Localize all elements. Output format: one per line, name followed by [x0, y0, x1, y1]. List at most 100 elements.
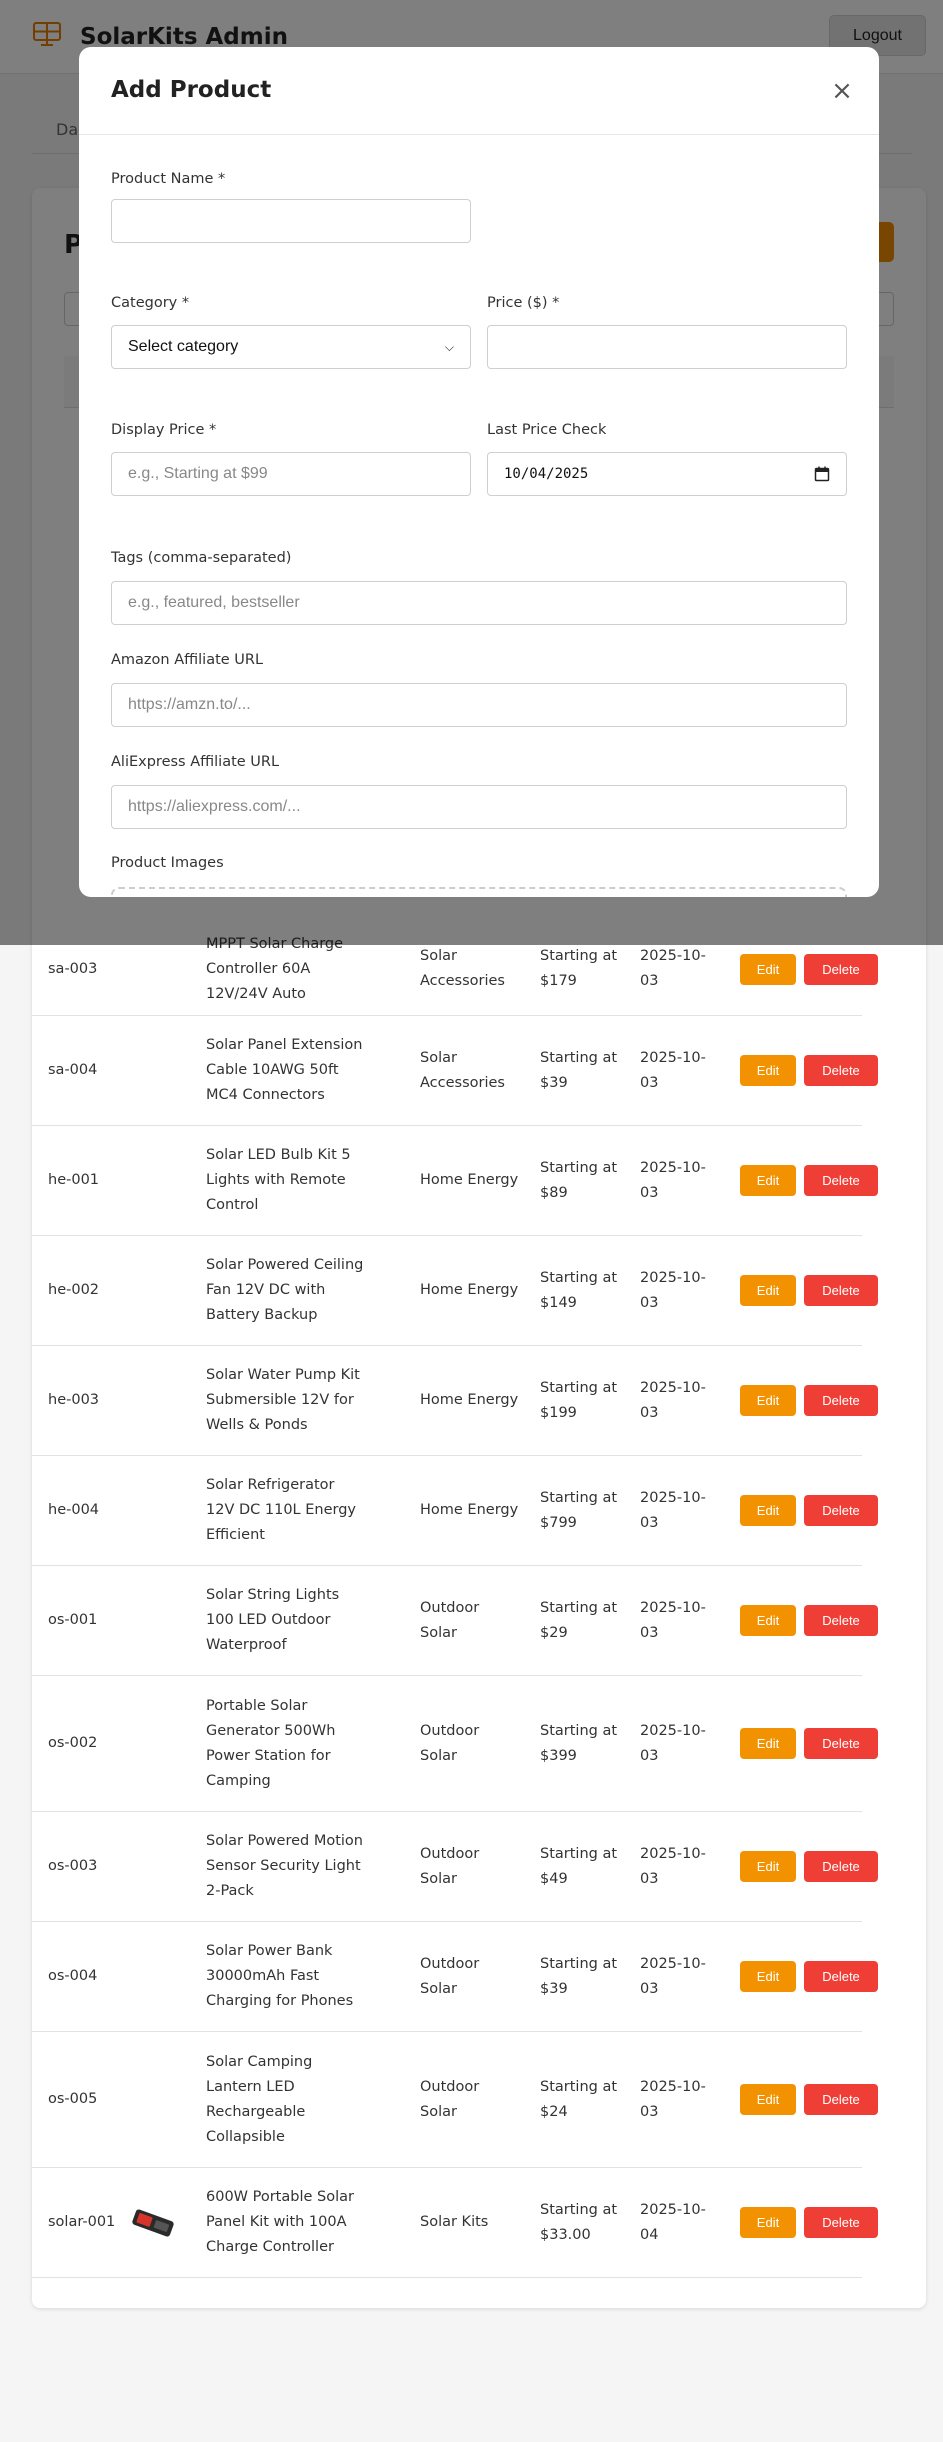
delete-button[interactable]: Delete — [804, 1605, 878, 1636]
table-row: he-001 Solar LED Bulb Kit 5 Lights with R… — [32, 1126, 878, 1236]
product-name: Solar Powered Ceiling Fan 12V DC with Ba… — [206, 1257, 364, 1323]
product-last-check: 2025-10-03 — [640, 1379, 706, 1421]
product-category: Outdoor Solar — [420, 1722, 480, 1764]
edit-button[interactable]: Edit — [740, 2207, 796, 2238]
edit-button[interactable]: Edit — [740, 1851, 796, 1882]
edit-button[interactable]: Edit — [740, 1165, 796, 1196]
row-actions: Edit Delete — [740, 2032, 880, 2167]
delete-button[interactable]: Delete — [804, 1275, 878, 1306]
product-name: Solar Power Bank 30000mAh Fast Charging … — [206, 1943, 354, 2009]
product-display-price: Starting at $29 — [540, 1599, 618, 1641]
product-id: he-001 — [48, 1172, 100, 1188]
category-select[interactable]: Select category ⌵ — [111, 325, 471, 369]
row-actions: Edit Delete — [740, 1236, 880, 1345]
delete-button[interactable]: Delete — [804, 2084, 878, 2115]
product-last-check: 2025-10-03 — [640, 1269, 706, 1311]
product-image — [127, 1126, 202, 1235]
aliexpress-url-label: AliExpress Affiliate URL — [111, 754, 280, 770]
table-row: he-004 Solar Refrigerator 12V DC 110L Ene… — [32, 1456, 878, 1566]
product-image — [127, 1346, 202, 1455]
product-id: os-005 — [48, 2091, 98, 2107]
product-image — [127, 1812, 202, 1921]
amazon-url-placeholder: https://amzn.to/... — [128, 696, 251, 713]
delete-button[interactable]: Delete — [804, 1055, 878, 1086]
product-last-check: 2025-10-03 — [640, 2078, 706, 2120]
table-row: os-004 Solar Power Bank 30000mAh Fast Cha… — [32, 1922, 878, 2032]
row-actions: Edit Delete — [740, 1812, 880, 1921]
product-name-field[interactable] — [111, 199, 471, 243]
product-name: Solar Powered Motion Sensor Security Lig… — [206, 1833, 363, 1899]
product-id: os-003 — [48, 1858, 98, 1874]
product-display-price: Starting at $399 — [540, 1722, 618, 1764]
product-display-price: Starting at $39 — [540, 1049, 618, 1091]
last-check-date-field[interactable]: 10/04/2025 — [487, 452, 847, 496]
tags-label: Tags (comma-separated) — [111, 550, 292, 566]
aliexpress-url-field[interactable]: https://aliexpress.com/... — [111, 785, 847, 829]
row-actions: Edit Delete — [740, 1346, 880, 1455]
product-display-price: Starting at $24 — [540, 2078, 618, 2120]
close-icon[interactable]: × — [827, 73, 857, 109]
price-field[interactable] — [487, 325, 847, 369]
product-category: Home Energy — [420, 1502, 519, 1518]
amazon-url-field[interactable]: https://amzn.to/... — [111, 683, 847, 727]
product-category: Outdoor Solar — [420, 1845, 480, 1887]
tags-placeholder: e.g., featured, bestseller — [128, 594, 300, 611]
delete-button[interactable]: Delete — [804, 1165, 878, 1196]
category-select-value: Select category — [128, 338, 239, 355]
product-name-label: Product Name * — [111, 171, 226, 187]
product-image — [127, 1236, 202, 1345]
delete-button[interactable]: Delete — [804, 1385, 878, 1416]
edit-button[interactable]: Edit — [740, 1605, 796, 1636]
delete-button[interactable]: Delete — [804, 1728, 878, 1759]
edit-button[interactable]: Edit — [740, 1385, 796, 1416]
product-category: Home Energy — [420, 1172, 519, 1188]
product-category: Outdoor Solar — [420, 1599, 480, 1641]
edit-button[interactable]: Edit — [740, 1055, 796, 1086]
product-category: Home Energy — [420, 1282, 519, 1298]
product-id: os-002 — [48, 1735, 98, 1751]
product-id: he-003 — [48, 1392, 100, 1408]
table-row: he-003 Solar Water Pump Kit Submersible 1… — [32, 1346, 878, 1456]
product-last-check: 2025-10-03 — [640, 1599, 706, 1641]
table-row: sa-004 Solar Panel Extension Cable 10AWG … — [32, 1016, 878, 1126]
last-check-value: 10/04/2025 — [504, 466, 589, 482]
edit-button[interactable]: Edit — [740, 2084, 796, 2115]
product-display-price: Starting at $149 — [540, 1269, 618, 1311]
product-name: Solar LED Bulb Kit 5 Lights with Remote … — [206, 1147, 351, 1213]
product-category: Outdoor Solar — [420, 1955, 480, 1997]
category-label: Category * — [111, 295, 190, 311]
calendar-icon[interactable] — [814, 466, 830, 482]
product-image — [127, 1676, 202, 1811]
product-last-check: 2025-10-03 — [640, 1049, 706, 1091]
product-name: Solar Water Pump Kit Submersible 12V for… — [206, 1367, 360, 1433]
tags-field[interactable]: e.g., featured, bestseller — [111, 581, 847, 625]
product-name: Solar Panel Extension Cable 10AWG 50ft M… — [206, 1037, 363, 1103]
delete-button[interactable]: Delete — [804, 953, 878, 985]
product-last-check: 2025-10-03 — [640, 1845, 706, 1887]
image-dropzone[interactable] — [111, 887, 847, 897]
product-image — [127, 2032, 202, 2167]
product-images-label: Product Images — [111, 855, 224, 871]
price-label: Price ($) * — [487, 295, 560, 311]
product-id: os-001 — [48, 1612, 98, 1628]
product-image — [127, 1566, 202, 1675]
delete-button[interactable]: Delete — [804, 1495, 878, 1526]
edit-button[interactable]: Edit — [740, 1495, 796, 1526]
amazon-url-label: Amazon Affiliate URL — [111, 652, 264, 668]
table-row: solar-001 600W Portable Solar Panel Kit w… — [32, 2168, 878, 2278]
delete-button[interactable]: Delete — [804, 1961, 878, 1992]
row-actions: Edit Delete — [740, 1456, 880, 1565]
display-price-field[interactable]: e.g., Starting at $99 — [111, 452, 471, 496]
aliexpress-url-placeholder: https://aliexpress.com/... — [128, 798, 301, 815]
row-actions: Edit Delete — [740, 1126, 880, 1235]
edit-button[interactable]: Edit — [740, 1728, 796, 1759]
display-price-label: Display Price * — [111, 422, 217, 438]
product-display-price: Starting at $799 — [540, 1489, 618, 1531]
product-image — [127, 1016, 202, 1125]
edit-button[interactable]: Edit — [740, 1275, 796, 1306]
edit-button[interactable]: Edit — [740, 1961, 796, 1992]
delete-button[interactable]: Delete — [804, 1851, 878, 1882]
delete-button[interactable]: Delete — [804, 2207, 878, 2238]
display-price-placeholder: e.g., Starting at $99 — [128, 465, 268, 482]
edit-button[interactable]: Edit — [740, 953, 796, 985]
